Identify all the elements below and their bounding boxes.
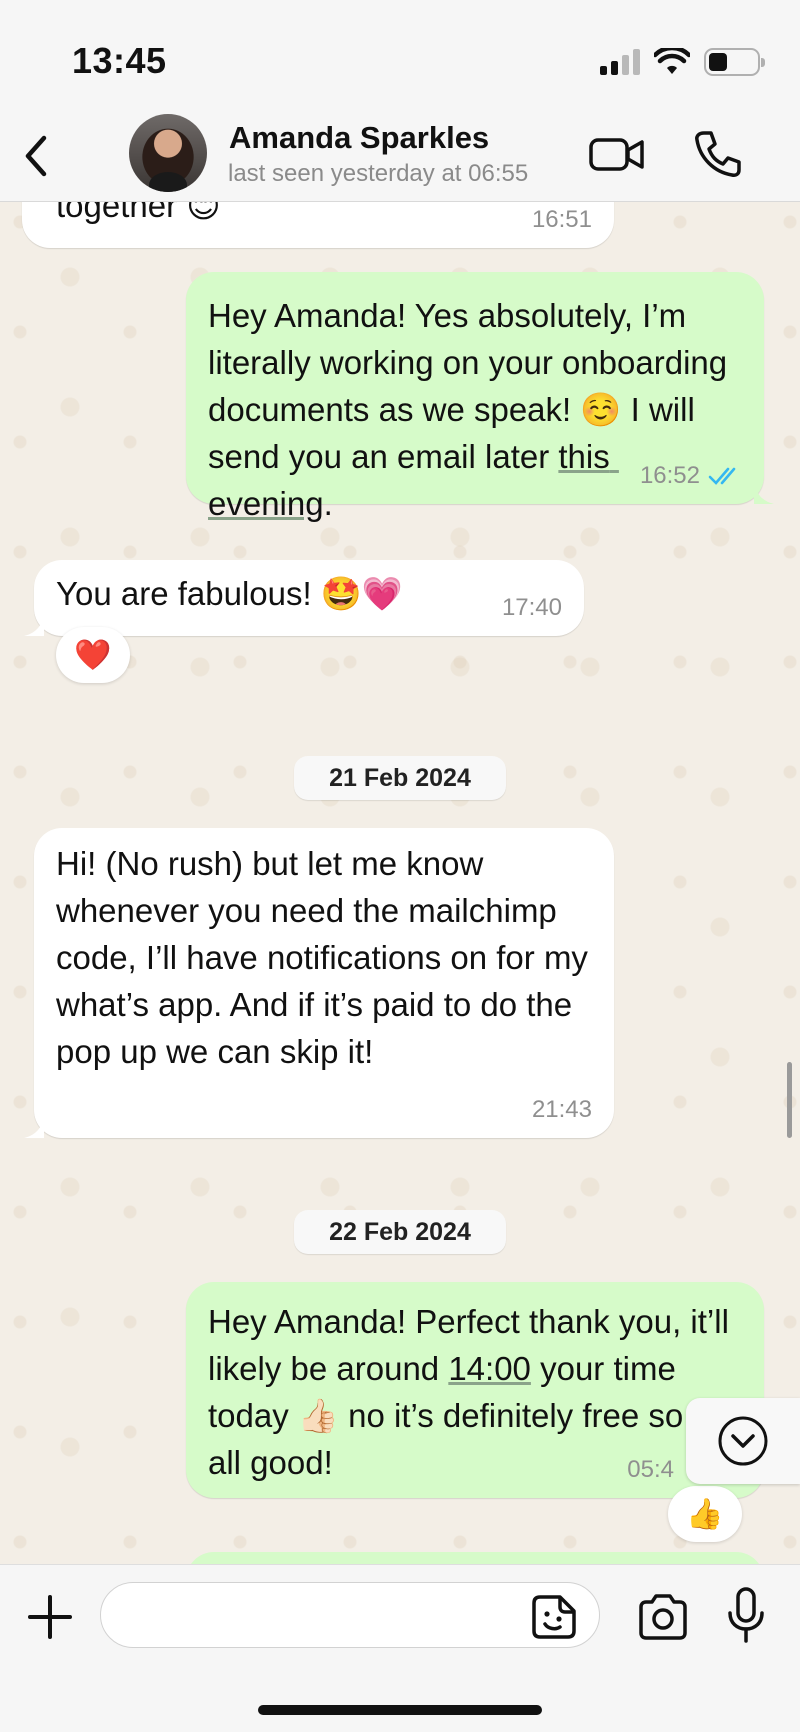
chevron-down-icon (718, 1416, 768, 1466)
message-text: together 😊 (56, 202, 221, 224)
message-text: Hey Amanda! Yes absolutely, I’m literall… (208, 297, 737, 522)
message-incoming[interactable]: You are fabulous! 🤩💗 17:40 (24, 560, 584, 636)
message-outgoing-partial[interactable] (186, 1552, 764, 1564)
cellular-signal-icon (600, 49, 640, 75)
date-separator: 22 Feb 2024 (294, 1210, 506, 1254)
message-time: 05:4 (627, 1456, 674, 1483)
chat-scrollbar[interactable] (787, 1062, 792, 1138)
message-outgoing[interactable]: Hey Amanda! Yes absolutely, I’m literall… (186, 272, 774, 522)
message-link[interactable]: 14:00 (448, 1350, 531, 1387)
message-time: 21:43 (531, 1096, 592, 1123)
message-reaction[interactable]: 👍 (668, 1486, 742, 1542)
message-incoming[interactable]: together 😊 16:51 (22, 202, 614, 248)
message-time: 16:52 (639, 462, 700, 489)
date-separator: 21 Feb 2024 (294, 756, 506, 800)
camera-icon[interactable] (636, 1593, 690, 1641)
message-time: 17:40 (501, 594, 562, 621)
message-time: 16:51 (531, 206, 592, 233)
contact-avatar[interactable] (129, 114, 207, 192)
plus-icon[interactable] (26, 1593, 74, 1641)
message-meta: 21:43 (532, 1098, 592, 1122)
phone-icon[interactable] (692, 128, 744, 180)
double-check-icon (708, 467, 736, 485)
message-meta: 16:51 (532, 208, 592, 232)
message-reaction[interactable]: ❤️ (56, 627, 130, 683)
chat-header: Amanda Sparkles last seen yesterday at 0… (0, 110, 800, 202)
chat-area[interactable]: together 😊 16:51 Hey Amanda! Yes absolut… (0, 202, 800, 1564)
status-icons (600, 48, 765, 76)
microphone-icon[interactable] (726, 1587, 766, 1645)
message-text: Hi! (No rush) but let me know whenever y… (56, 845, 598, 1070)
message-input[interactable] (100, 1582, 600, 1648)
status-time: 13:45 (72, 40, 167, 81)
sticker-icon[interactable] (530, 1593, 578, 1641)
scroll-to-bottom-button[interactable] (686, 1398, 800, 1484)
status-bar: 13:45 (0, 0, 800, 110)
video-camera-icon[interactable] (588, 132, 646, 176)
message-composer (0, 1564, 800, 1732)
home-indicator (258, 1705, 542, 1715)
message-meta: 17:40 (502, 596, 562, 620)
battery-icon (704, 48, 765, 76)
back-chevron-icon[interactable] (14, 128, 64, 184)
message-incoming[interactable]: Hi! (No rush) but let me know whenever y… (24, 828, 614, 1138)
wifi-icon (654, 48, 690, 74)
contact-name[interactable]: Amanda Sparkles (229, 120, 489, 156)
message-outgoing[interactable]: Hey Amanda! Perfect thank you, it’ll lik… (186, 1282, 764, 1498)
message-meta: 16:52 (640, 464, 742, 488)
message-meta: 05:4 (627, 1458, 674, 1482)
last-seen-status: last seen yesterday at 06:55 (228, 160, 529, 187)
